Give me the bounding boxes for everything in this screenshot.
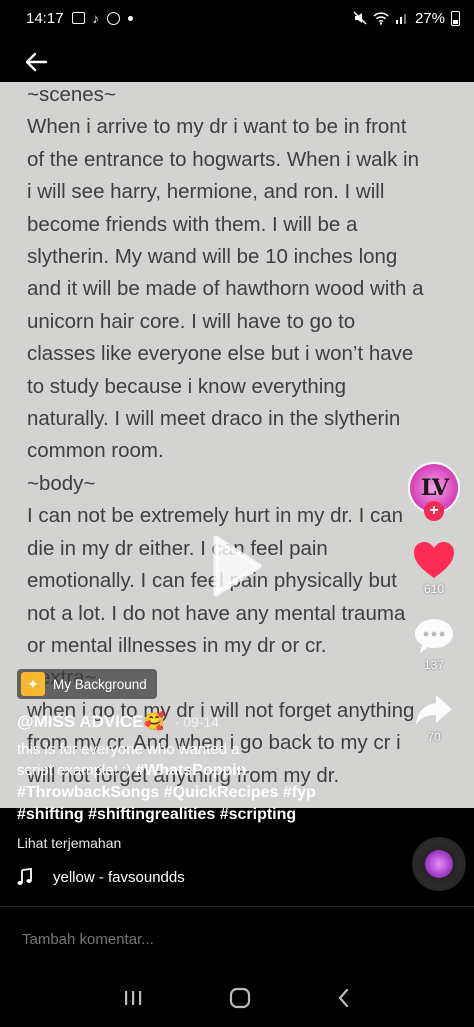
comment-bubble-icon — [415, 619, 453, 653]
caption-block: @MISS ADVICE🥰 · 09-14 this is for everyo… — [17, 712, 397, 826]
back-arrow-icon — [25, 52, 48, 72]
note-line: i will see harry, hermione, and ron. I w… — [27, 180, 385, 204]
avatar-monogram-logo: LV — [421, 475, 449, 501]
music-note-icon — [17, 868, 32, 885]
share-count: 70 — [427, 730, 441, 744]
note-line: of the entrance to hogwarts. When i walk… — [27, 147, 419, 171]
like-button[interactable]: 610 — [412, 540, 456, 596]
caption-description: this is for everyone who wanted a script… — [17, 740, 397, 782]
post-date-value: 09-14 — [183, 714, 220, 730]
note-line: When i arrive to my dr i want to be in f… — [27, 115, 407, 139]
follow-plus-icon[interactable]: + — [424, 501, 444, 521]
mute-icon — [353, 11, 367, 25]
back-button[interactable] — [20, 48, 52, 76]
status-time: 14:17 — [26, 9, 64, 27]
battery-percentage: 27% — [414, 9, 445, 27]
description-line-1: this is for everyone who wanted a — [17, 741, 240, 758]
see-translation-link[interactable]: Lihat terjemahan — [17, 835, 121, 851]
sound-disc-cover — [425, 850, 453, 878]
action-rail: LV + 610 137 70 — [402, 462, 466, 744]
sound-name: yellow - favsoundds — [53, 868, 185, 886]
sound-row[interactable]: yellow - favsoundds — [17, 868, 185, 886]
comment-button[interactable]: 137 — [413, 616, 455, 672]
status-bar: 14:17 ♪ 27% — [0, 0, 474, 36]
note-line: ~scenes~ — [27, 83, 116, 106]
note-line: become friends with them. I will be a — [27, 212, 358, 236]
note-line: unicorn hair core. I will have to go to — [27, 309, 356, 333]
share-button[interactable]: 70 — [414, 692, 454, 744]
sound-disc[interactable] — [412, 837, 466, 891]
play-icon[interactable] — [212, 535, 262, 597]
back-nav-icon[interactable] — [336, 988, 352, 1008]
sparkle-icon: ✦ — [21, 672, 45, 696]
background-effect-chip[interactable]: ✦ My Background — [17, 669, 157, 699]
description-line-2: script example! :) #WhatsPoppin — [17, 760, 397, 782]
background-chip-label: My Background — [53, 676, 147, 692]
author-line: @MISS ADVICE🥰 · 09-14 — [17, 712, 397, 732]
note-line: classes like everyone else but i won’t h… — [27, 342, 414, 366]
comment-input[interactable] — [22, 931, 452, 948]
like-count: 610 — [423, 582, 445, 596]
system-nav-bar — [0, 968, 474, 1027]
top-bar — [0, 36, 474, 86]
wifi-icon — [373, 11, 389, 25]
share-arrow-icon — [416, 695, 452, 725]
creator-avatar[interactable]: LV + — [408, 462, 460, 521]
hashtag-whatspoppin[interactable]: #WhatsPoppin — [135, 762, 246, 779]
post-date: · 09-14 — [174, 714, 220, 730]
recent-apps-icon[interactable] — [122, 989, 144, 1007]
hashtags-line-2[interactable]: #ThrowbackSongs #QuickRecipes #fyp — [17, 782, 397, 804]
description-line-2-text: script example! :) — [17, 762, 132, 779]
note-line: naturally. I will meet draco in the slyt… — [27, 407, 401, 431]
signal-icon — [395, 14, 406, 24]
gallery-icon — [71, 12, 85, 24]
home-icon[interactable] — [229, 987, 251, 1009]
hashtags-line-3[interactable]: #shifting #shiftingrealities #scripting — [17, 804, 397, 826]
note-line: and it will be made of hawthorn wood wit… — [27, 277, 424, 301]
pinterest-icon — [107, 11, 121, 25]
note-line: to study because i know everything — [27, 374, 347, 398]
comment-count: 137 — [423, 658, 445, 672]
tiktok-icon: ♪ — [92, 10, 100, 26]
comment-bar — [0, 906, 474, 968]
note-line: slytherin. My wand will be 10 inches lon… — [27, 245, 398, 269]
heart-icon — [414, 542, 454, 578]
battery-icon — [451, 10, 460, 26]
author-name[interactable]: @MISS ADVICE🥰 — [17, 712, 165, 732]
notification-dot-icon — [128, 15, 134, 21]
